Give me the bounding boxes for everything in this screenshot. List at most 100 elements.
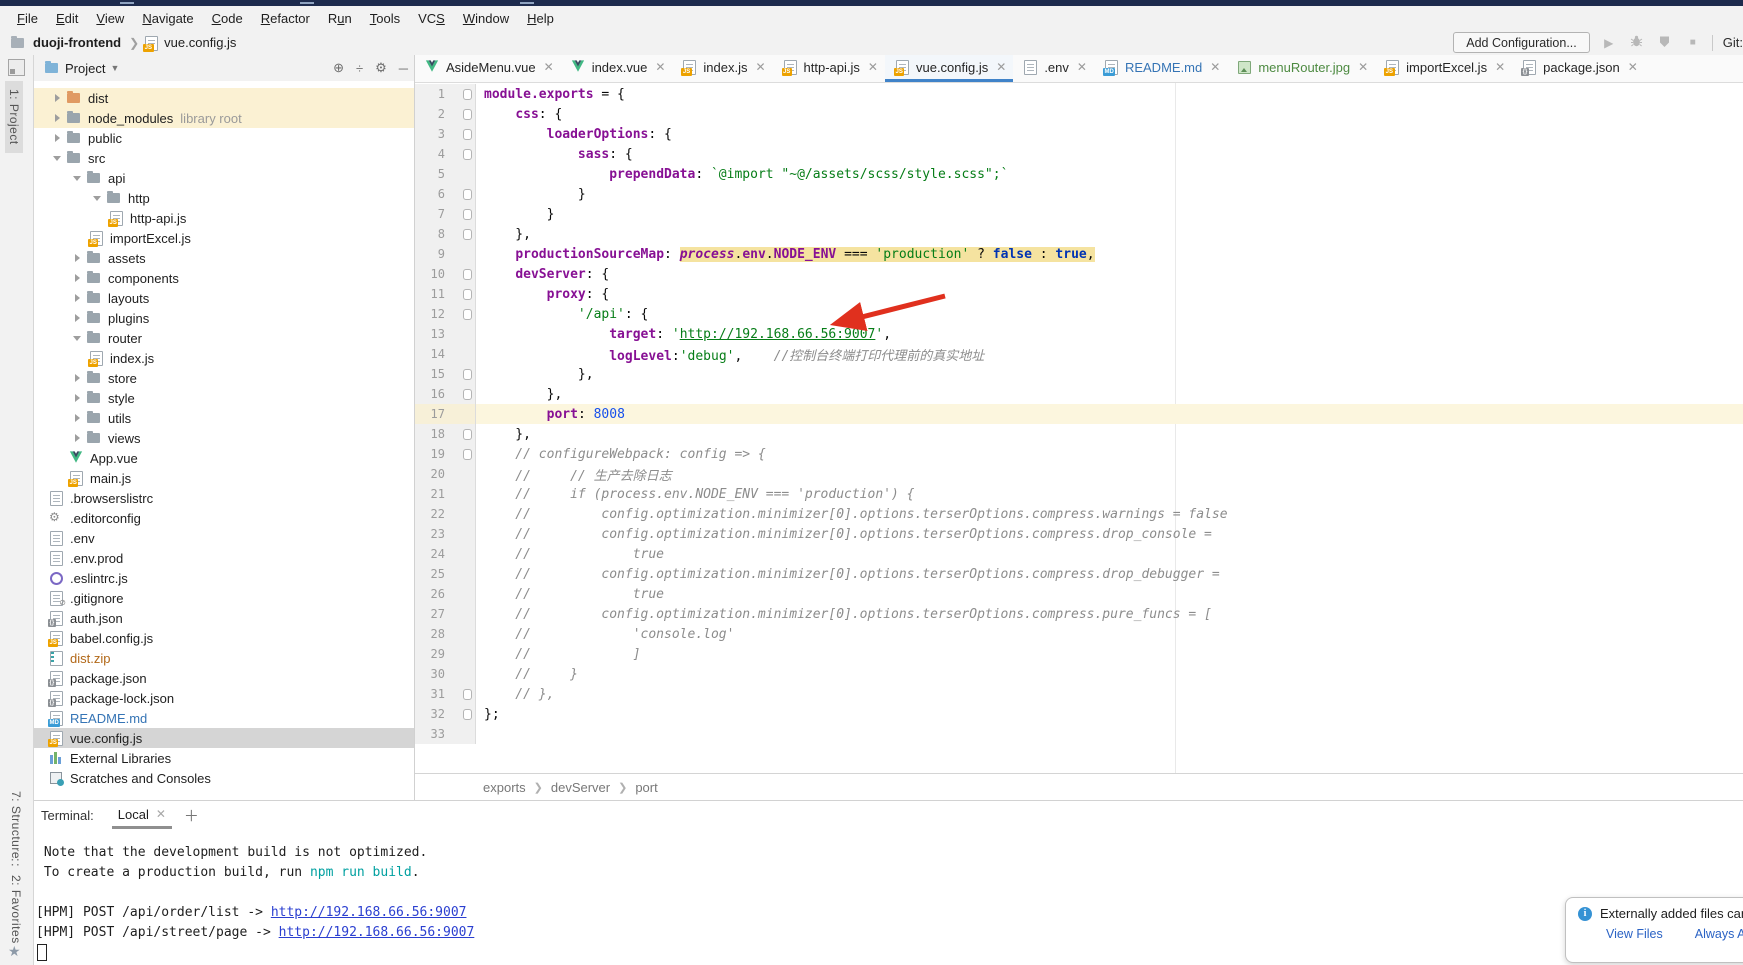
- chevron-expanded-icon[interactable]: [68, 176, 86, 181]
- tree-item[interactable]: .eslintrc.js: [34, 568, 414, 588]
- menu-view[interactable]: View: [87, 11, 133, 26]
- tree-item[interactable]: public: [34, 128, 414, 148]
- close-icon[interactable]: ✕: [655, 60, 665, 74]
- chevron-collapsed-icon[interactable]: [68, 254, 86, 262]
- tree-item[interactable]: ⚙.editorconfig: [34, 508, 414, 528]
- tree-item[interactable]: node_moduleslibrary root: [34, 108, 414, 128]
- close-icon[interactable]: ✕: [1077, 60, 1087, 74]
- tree-item[interactable]: dist: [34, 88, 414, 108]
- terminal-link[interactable]: http://192.168.66.56:9007: [271, 905, 467, 920]
- editor-tab-vue-config-js[interactable]: JSvue.config.js✕: [885, 55, 1013, 82]
- fold-marker-icon[interactable]: [463, 209, 472, 220]
- fold-marker-icon[interactable]: [463, 129, 472, 140]
- tree-item[interactable]: .env: [34, 528, 414, 548]
- tree-item[interactable]: components: [34, 268, 414, 288]
- tree-item[interactable]: JSindex.js: [34, 348, 414, 368]
- breadcrumb-project[interactable]: duoji-frontend: [33, 35, 121, 50]
- tree-item[interactable]: JSmain.js: [34, 468, 414, 488]
- fold-marker-icon[interactable]: [463, 709, 472, 720]
- menu-navigate[interactable]: Navigate: [133, 11, 202, 26]
- fold-marker-icon[interactable]: [463, 429, 472, 440]
- tree-item[interactable]: router: [34, 328, 414, 348]
- chevron-collapsed-icon[interactable]: [68, 394, 86, 402]
- tree-item[interactable]: Scratches and Consoles: [34, 768, 414, 788]
- editor-tab-menurouter-jpg[interactable]: menuRouter.jpg✕: [1227, 55, 1375, 82]
- fold-marker-icon[interactable]: [463, 189, 472, 200]
- collapse-all-icon[interactable]: ÷: [356, 61, 363, 76]
- fold-marker-icon[interactable]: [463, 369, 472, 380]
- editor-tab--env[interactable]: .env✕: [1013, 55, 1094, 82]
- tree-item[interactable]: plugins: [34, 308, 414, 328]
- chevron-expanded-icon[interactable]: [88, 196, 106, 201]
- editor-tab-asidemenu-vue[interactable]: AsideMenu.vue✕: [415, 55, 561, 82]
- fold-marker-icon[interactable]: [463, 689, 472, 700]
- menu-refactor[interactable]: Refactor: [252, 11, 319, 26]
- tree-item[interactable]: src: [34, 148, 414, 168]
- editor-area[interactable]: AsideMenu.vue✕index.vue✕JSindex.js✕JShtt…: [415, 55, 1743, 800]
- editor-tab-package-json[interactable]: {}package.json✕: [1512, 55, 1645, 82]
- close-icon[interactable]: ✕: [1210, 60, 1220, 74]
- tree-item[interactable]: MDREADME.md: [34, 708, 414, 728]
- stripe-favorites-button[interactable]: 2: Favorites: [9, 875, 23, 944]
- add-configuration-button[interactable]: Add Configuration...: [1453, 32, 1590, 53]
- fold-marker-icon[interactable]: [463, 389, 472, 400]
- chevron-collapsed-icon[interactable]: [68, 294, 86, 302]
- editor-tab-http-api-js[interactable]: JShttp-api.js✕: [773, 55, 885, 82]
- settings-icon[interactable]: ⚙: [375, 60, 387, 76]
- stripe-structure-button[interactable]: 7: Structure: [9, 791, 23, 859]
- editor-tab-importexcel-js[interactable]: JSimportExcel.js✕: [1375, 55, 1512, 82]
- close-icon[interactable]: ✕: [1495, 60, 1505, 74]
- tree-item[interactable]: views: [34, 428, 414, 448]
- fold-marker-icon[interactable]: [463, 309, 472, 320]
- tree-item[interactable]: {}auth.json: [34, 608, 414, 628]
- fold-marker-icon[interactable]: [463, 149, 472, 160]
- close-icon[interactable]: ✕: [544, 60, 554, 74]
- menu-tools[interactable]: Tools: [361, 11, 409, 26]
- menu-vcs[interactable]: VCS: [409, 11, 454, 26]
- fold-marker-icon[interactable]: [463, 89, 472, 100]
- menu-help[interactable]: Help: [518, 11, 563, 26]
- tree-item[interactable]: style: [34, 388, 414, 408]
- chevron-collapsed-icon[interactable]: [48, 114, 66, 122]
- tool-window-icon[interactable]: [8, 59, 25, 76]
- close-icon[interactable]: ✕: [1358, 60, 1368, 74]
- hide-panel-icon[interactable]: ─: [399, 61, 408, 76]
- tree-item[interactable]: App.vue: [34, 448, 414, 468]
- menu-window[interactable]: Window: [454, 11, 518, 26]
- menu-edit[interactable]: Edit: [47, 11, 87, 26]
- debug-bug-icon[interactable]: [1628, 35, 1646, 51]
- chevron-collapsed-icon[interactable]: [68, 274, 86, 282]
- tree-item[interactable]: layouts: [34, 288, 414, 308]
- menu-code[interactable]: Code: [203, 11, 252, 26]
- view-files-link[interactable]: View Files: [1606, 927, 1663, 941]
- terminal-link[interactable]: http://192.168.66.56:9007: [279, 925, 475, 940]
- code-editor[interactable]: 1module.exports = {2 css: {3 loaderOptio…: [415, 83, 1743, 773]
- tree-item[interactable]: dist.zip: [34, 648, 414, 668]
- chevron-expanded-icon[interactable]: [48, 156, 66, 161]
- editor-tab-readme-md[interactable]: MDREADME.md✕: [1094, 55, 1227, 82]
- tree-item[interactable]: JSvue.config.js: [34, 728, 414, 748]
- tree-item[interactable]: {}package.json: [34, 668, 414, 688]
- git-widget-label[interactable]: Git:: [1723, 35, 1743, 50]
- chevron-collapsed-icon[interactable]: [68, 374, 86, 382]
- menu-run[interactable]: Run: [319, 11, 361, 26]
- fold-marker-icon[interactable]: [463, 289, 472, 300]
- run-icon[interactable]: ▶: [1600, 36, 1618, 50]
- tree-item[interactable]: assets: [34, 248, 414, 268]
- crumb-exports[interactable]: exports: [483, 780, 526, 795]
- fold-marker-icon[interactable]: [463, 109, 472, 120]
- menu-file[interactable]: File: [8, 11, 47, 26]
- tree-item[interactable]: ⊘.gitignore: [34, 588, 414, 608]
- terminal-tab-local[interactable]: Local ✕: [112, 802, 172, 829]
- tree-item[interactable]: .env.prod: [34, 548, 414, 568]
- tree-item[interactable]: store: [34, 368, 414, 388]
- crumb-devserver[interactable]: devServer: [551, 780, 610, 795]
- close-icon[interactable]: ✕: [755, 60, 765, 74]
- fold-marker-icon[interactable]: [463, 449, 472, 460]
- fold-marker-icon[interactable]: [463, 269, 472, 280]
- chevron-collapsed-icon[interactable]: [68, 314, 86, 322]
- editor-tab-index-vue[interactable]: index.vue✕: [561, 55, 673, 82]
- tree-item[interactable]: http: [34, 188, 414, 208]
- tree-item[interactable]: api: [34, 168, 414, 188]
- coverage-icon[interactable]: [1656, 35, 1674, 51]
